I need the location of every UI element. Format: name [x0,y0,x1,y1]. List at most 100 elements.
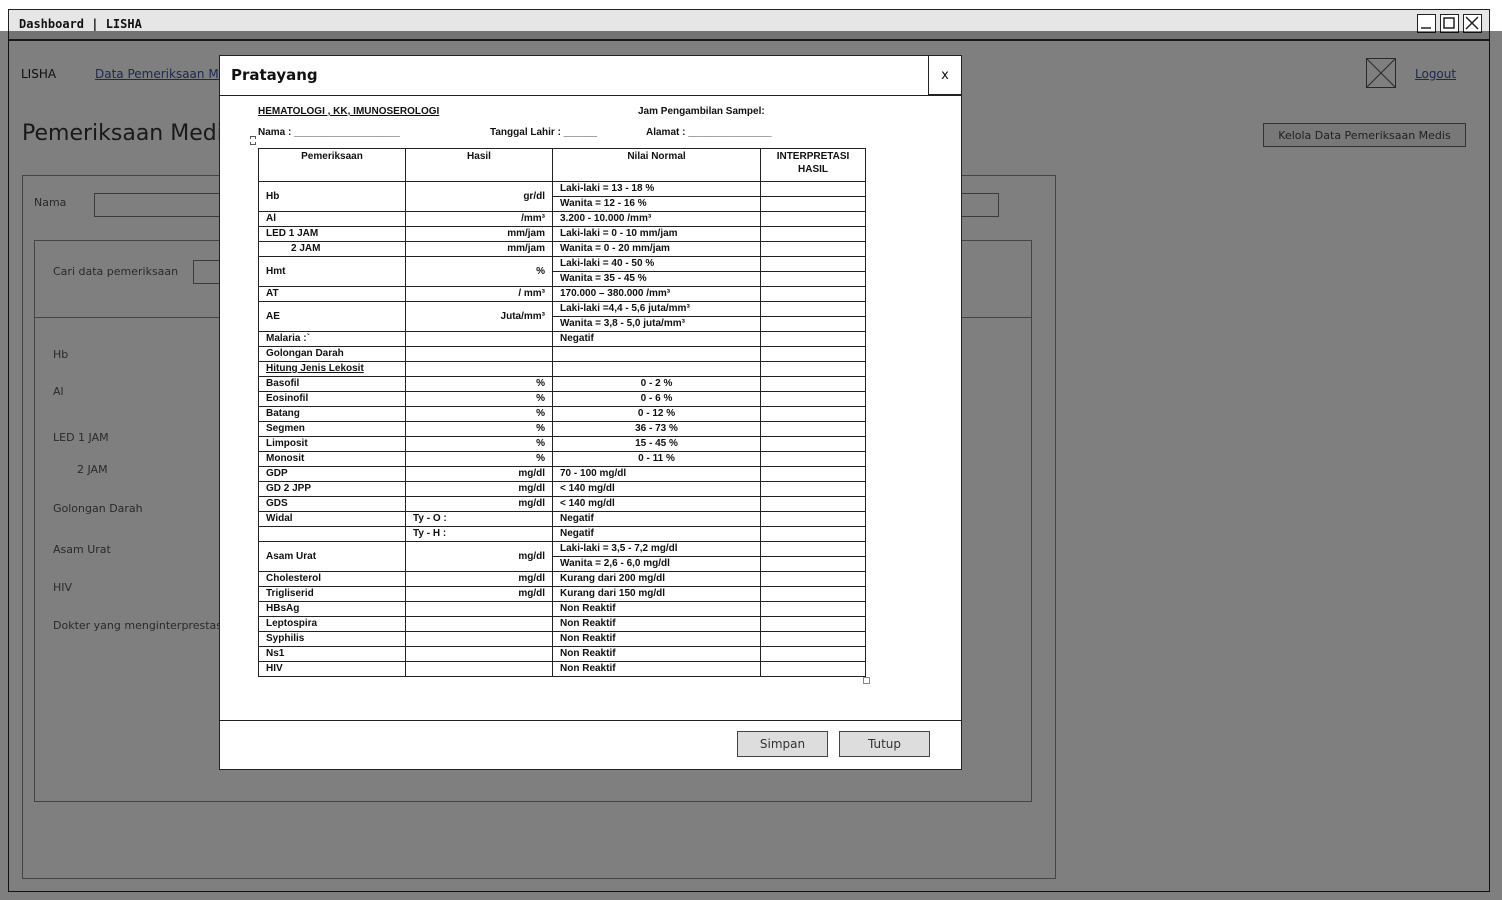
modal-header-divider [220,95,961,96]
cell-hasil [405,601,553,617]
cell-nilai-normal: Non Reaktif [552,661,761,677]
cell-interpretasi[interactable] [760,391,866,407]
table-row: GD 2 JPP mg/dl < 140 mg/dl [258,481,866,497]
column-header: INTERPRETASI HASIL [760,148,866,182]
cell-nilai-normal: 36 - 73 % [552,421,761,437]
cell-interpretasi[interactable] [760,271,866,287]
cell-interpretasi[interactable] [760,601,866,617]
cell-pemeriksaan: HBsAg [258,601,406,617]
table-row: Batang% 0 - 12 % [258,406,866,422]
cell-interpretasi[interactable] [760,556,866,572]
cell-interpretasi[interactable] [760,571,866,587]
close-icon [1465,16,1479,30]
cell-hasil: % [405,406,553,422]
cell-pemeriksaan: GD 2 JPP [258,481,406,497]
table-row: Malaria :` Negatif [258,331,866,347]
cell-interpretasi[interactable] [760,256,866,272]
cell-nilai-normal: Wanita = 3,8 - 5,0 juta/mm³ [552,316,761,332]
cell-pemeriksaan: Cholesterol [258,571,406,587]
cell-interpretasi[interactable] [760,451,866,467]
column-header: Pemeriksaan [258,148,406,182]
table-row: Ns1 Non Reaktif [258,646,866,662]
cell-interpretasi[interactable] [760,241,866,257]
cell-interpretasi[interactable] [760,481,866,497]
cell-hasil [405,616,553,632]
cell-hasil: mg/dl [405,481,553,497]
cell-hasil: % [405,436,553,452]
cell-interpretasi[interactable] [760,661,866,677]
cell-hasil: % [405,391,553,407]
cell-pemeriksaan: Asam Urat [258,541,406,572]
cell-hasil: mg/dl [405,541,553,572]
cell-interpretasi[interactable] [760,331,866,347]
cell-nilai-normal: 0 - 2 % [552,376,761,392]
cell-interpretasi[interactable] [760,316,866,332]
cell-interpretasi[interactable] [760,286,866,302]
cell-interpretasi[interactable] [760,226,866,242]
cell-interpretasi[interactable] [760,436,866,452]
cell-interpretasi[interactable] [760,181,866,197]
cell-interpretasi[interactable] [760,361,866,377]
table-row: AE Juta/mm³ Laki-laki =4,4 - 5,6 juta/mm³ [258,301,866,332]
save-button[interactable]: Simpan [737,731,828,757]
cell-interpretasi[interactable] [760,646,866,662]
cell-hasil: mm/jam [405,241,553,257]
cell-interpretasi[interactable] [760,511,866,527]
table-row: Cholesterol mg/dl Kurang dari 200 mg/dl [258,571,866,587]
cell-hasil [405,346,553,362]
cell-pemeriksaan: Segmen [258,421,406,437]
window-title: Dashboard | LISHA [19,17,142,31]
cell-interpretasi[interactable] [760,616,866,632]
cell-pemeriksaan: Syphilis [258,631,406,647]
close-button[interactable]: Tutup [839,731,930,757]
cell-nilai-normal: 0 - 12 % [552,406,761,422]
table-resize-handle[interactable] [863,677,870,684]
cell-interpretasi[interactable] [760,196,866,212]
minimize-icon [1421,27,1431,29]
cell-interpretasi[interactable] [760,496,866,512]
cell-nilai-normal: Kurang dari 200 mg/dl [552,571,761,587]
table-row: Eosinofil% 0 - 6 % [258,391,866,407]
table-row: Widal Ty - O : Negatif [258,511,866,527]
cell-interpretasi[interactable] [760,631,866,647]
cell-pemeriksaan: Trigliserid [258,586,406,602]
table-row: HBsAg Non Reaktif [258,601,866,617]
cell-interpretasi[interactable] [760,406,866,422]
cell-pemeriksaan: Basofil [258,376,406,392]
cell-pemeriksaan: Widal [258,511,406,527]
table-row: Trigliserid mg/dl Kurang dari 150 mg/dl [258,586,866,602]
cell-pemeriksaan: Malaria :` [258,331,406,347]
cell-interpretasi[interactable] [760,541,866,557]
cell-interpretasi[interactable] [760,376,866,392]
maximize-icon [1443,17,1455,29]
cell-interpretasi[interactable] [760,346,866,362]
table-row: Limposit% 15 - 45 % [258,436,866,452]
modal-close-button[interactable]: x [928,56,961,95]
cell-pemeriksaan: Limposit [258,436,406,452]
modal-title: Pratayang [231,66,318,84]
cell-pemeriksaan: Hitung Jenis Lekosit [258,361,406,377]
cell-interpretasi[interactable] [760,526,866,542]
cell-interpretasi[interactable] [760,586,866,602]
cell-pemeriksaan: 2 JAM [258,241,406,257]
cell-hasil: % [405,376,553,392]
cell-nilai-normal: 0 - 6 % [552,391,761,407]
cell-interpretasi[interactable] [760,421,866,437]
cell-pemeriksaan: Hmt [258,256,406,287]
table-row: LED 1 JAM mm/jam Laki-laki = 0 - 10 mm/jam [258,226,866,242]
table-row: Basofil% 0 - 2 % [258,376,866,392]
cell-pemeriksaan: Eosinofil [258,391,406,407]
cell-interpretasi[interactable] [760,301,866,317]
cell-interpretasi[interactable] [760,211,866,227]
cell-interpretasi[interactable] [760,466,866,482]
cell-hasil [405,661,553,677]
cell-nilai-normal: Wanita = 2,6 - 6,0 mg/dl [552,556,761,572]
table-anchor-icon[interactable] [250,136,256,145]
cell-nilai-normal: Wanita = 12 - 16 % [552,196,761,212]
table-row: Al/mm³ 3.200 - 10.000 /mm³ [258,211,866,227]
table-row: 2 JAM mm/jam Wanita = 0 - 20 mm/jam [258,241,866,257]
cell-hasil: /mm³ [405,211,553,227]
cell-pemeriksaan: AT [258,286,406,302]
cell-nilai-normal [552,346,761,362]
table-row: Hb gr/dl Laki-laki = 13 - 18 % [258,181,866,212]
